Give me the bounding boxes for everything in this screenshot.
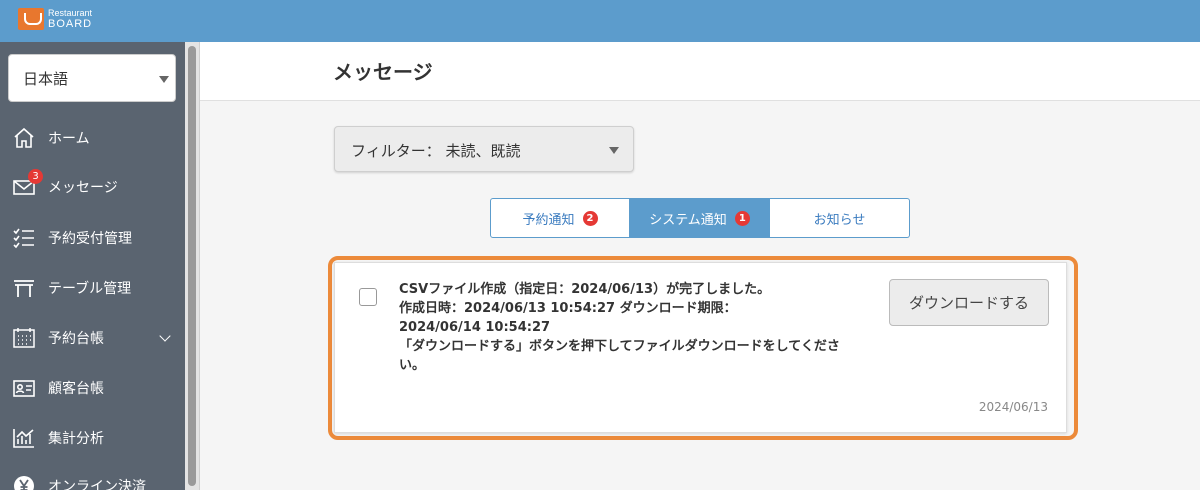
sidebar-item-analytics[interactable]: 集計分析 (0, 418, 185, 458)
table-icon (11, 275, 37, 301)
yen-icon (11, 473, 37, 490)
sidebar-item-table-management[interactable]: テーブル管理 (0, 268, 185, 308)
logo-icon (18, 8, 44, 30)
sidebar-item-label: 顧客台帳 (48, 381, 104, 397)
message-line: CSVファイル作成（指定日：2024/06/13）が完了しました。 (399, 282, 771, 297)
page-title: メッセージ (333, 60, 433, 84)
chevron-down-icon (609, 147, 619, 154)
message-checkbox[interactable] (359, 288, 377, 306)
message-card: CSVファイル作成（指定日：2024/06/13）が完了しました。 作成日時：2… (334, 262, 1067, 433)
sidebar-scroll-thumb[interactable] (188, 46, 196, 486)
sidebar-item-messages[interactable]: 3 メッセージ (0, 167, 185, 207)
logo-line2: BOARD (48, 18, 93, 30)
sidebar-item-label: ホーム (48, 131, 90, 147)
message-tabs: 予約通知 2 システム通知 1 お知らせ (490, 198, 910, 238)
sidebar-item-online-payment[interactable]: オンライン決済 (0, 466, 185, 490)
sidebar-item-label: 予約台帳 (48, 331, 104, 347)
checklist-icon (11, 225, 37, 251)
sidebar-item-label: 予約受付管理 (48, 231, 132, 247)
sidebar-scrollbar[interactable] (185, 42, 200, 490)
filter-select[interactable]: フィルター： 未読、既読 (334, 126, 634, 172)
language-value: 日本語 (23, 70, 69, 88)
language-select[interactable]: 日本語 (8, 54, 176, 102)
top-bar: Restaurant BOARD (0, 0, 1200, 42)
id-card-icon (11, 375, 37, 401)
page-header: メッセージ (200, 42, 1200, 101)
filter-value: フィルター： 未読、既読 (351, 142, 521, 160)
tab-label: システム通知 (649, 212, 727, 228)
tab-label: 予約通知 (522, 212, 575, 228)
tab-badge: 1 (734, 210, 750, 226)
tab-badge: 2 (582, 210, 598, 226)
message-body: CSVファイル作成（指定日：2024/06/13）が完了しました。 作成日時：2… (399, 280, 879, 375)
message-line: い。 (399, 358, 426, 373)
sidebar-item-label: メッセージ (48, 180, 118, 196)
sidebar-item-label: 集計分析 (48, 431, 104, 447)
sidebar-item-label: オンライン決済 (48, 479, 146, 490)
message-date: 2024/06/13 (978, 400, 1048, 414)
sidebar-item-reservation-management[interactable]: 予約受付管理 (0, 218, 185, 258)
download-button[interactable]: ダウンロードする (889, 279, 1049, 326)
sidebar-item-home[interactable]: ホーム (0, 118, 185, 158)
logo[interactable]: Restaurant BOARD (18, 8, 92, 30)
chevron-down-icon[interactable] (159, 330, 171, 342)
home-icon (11, 125, 37, 151)
sidebar-item-reservation-ledger[interactable]: 予約台帳 (0, 318, 185, 358)
tab-system-notifications[interactable]: システム通知 1 (630, 198, 770, 238)
chevron-down-icon (159, 76, 169, 83)
message-line: 作成日時：2024/06/13 10:54:27 ダウンロード期限： (399, 301, 737, 316)
message-count-badge: 3 (28, 169, 43, 184)
message-line: 2024/06/14 10:54:27 (399, 320, 551, 335)
tab-label: お知らせ (813, 212, 866, 228)
sidebar-item-customer-ledger[interactable]: 顧客台帳 (0, 368, 185, 408)
chart-icon (11, 425, 37, 451)
sidebar-item-label: テーブル管理 (48, 281, 132, 297)
tab-announcements[interactable]: お知らせ (770, 198, 910, 238)
message-line: 「ダウンロードする」ボタンを押下してファイルダウンロードをしてくださ (399, 339, 840, 354)
tab-reservation-notifications[interactable]: 予約通知 2 (490, 198, 630, 238)
calendar-icon (11, 325, 37, 351)
